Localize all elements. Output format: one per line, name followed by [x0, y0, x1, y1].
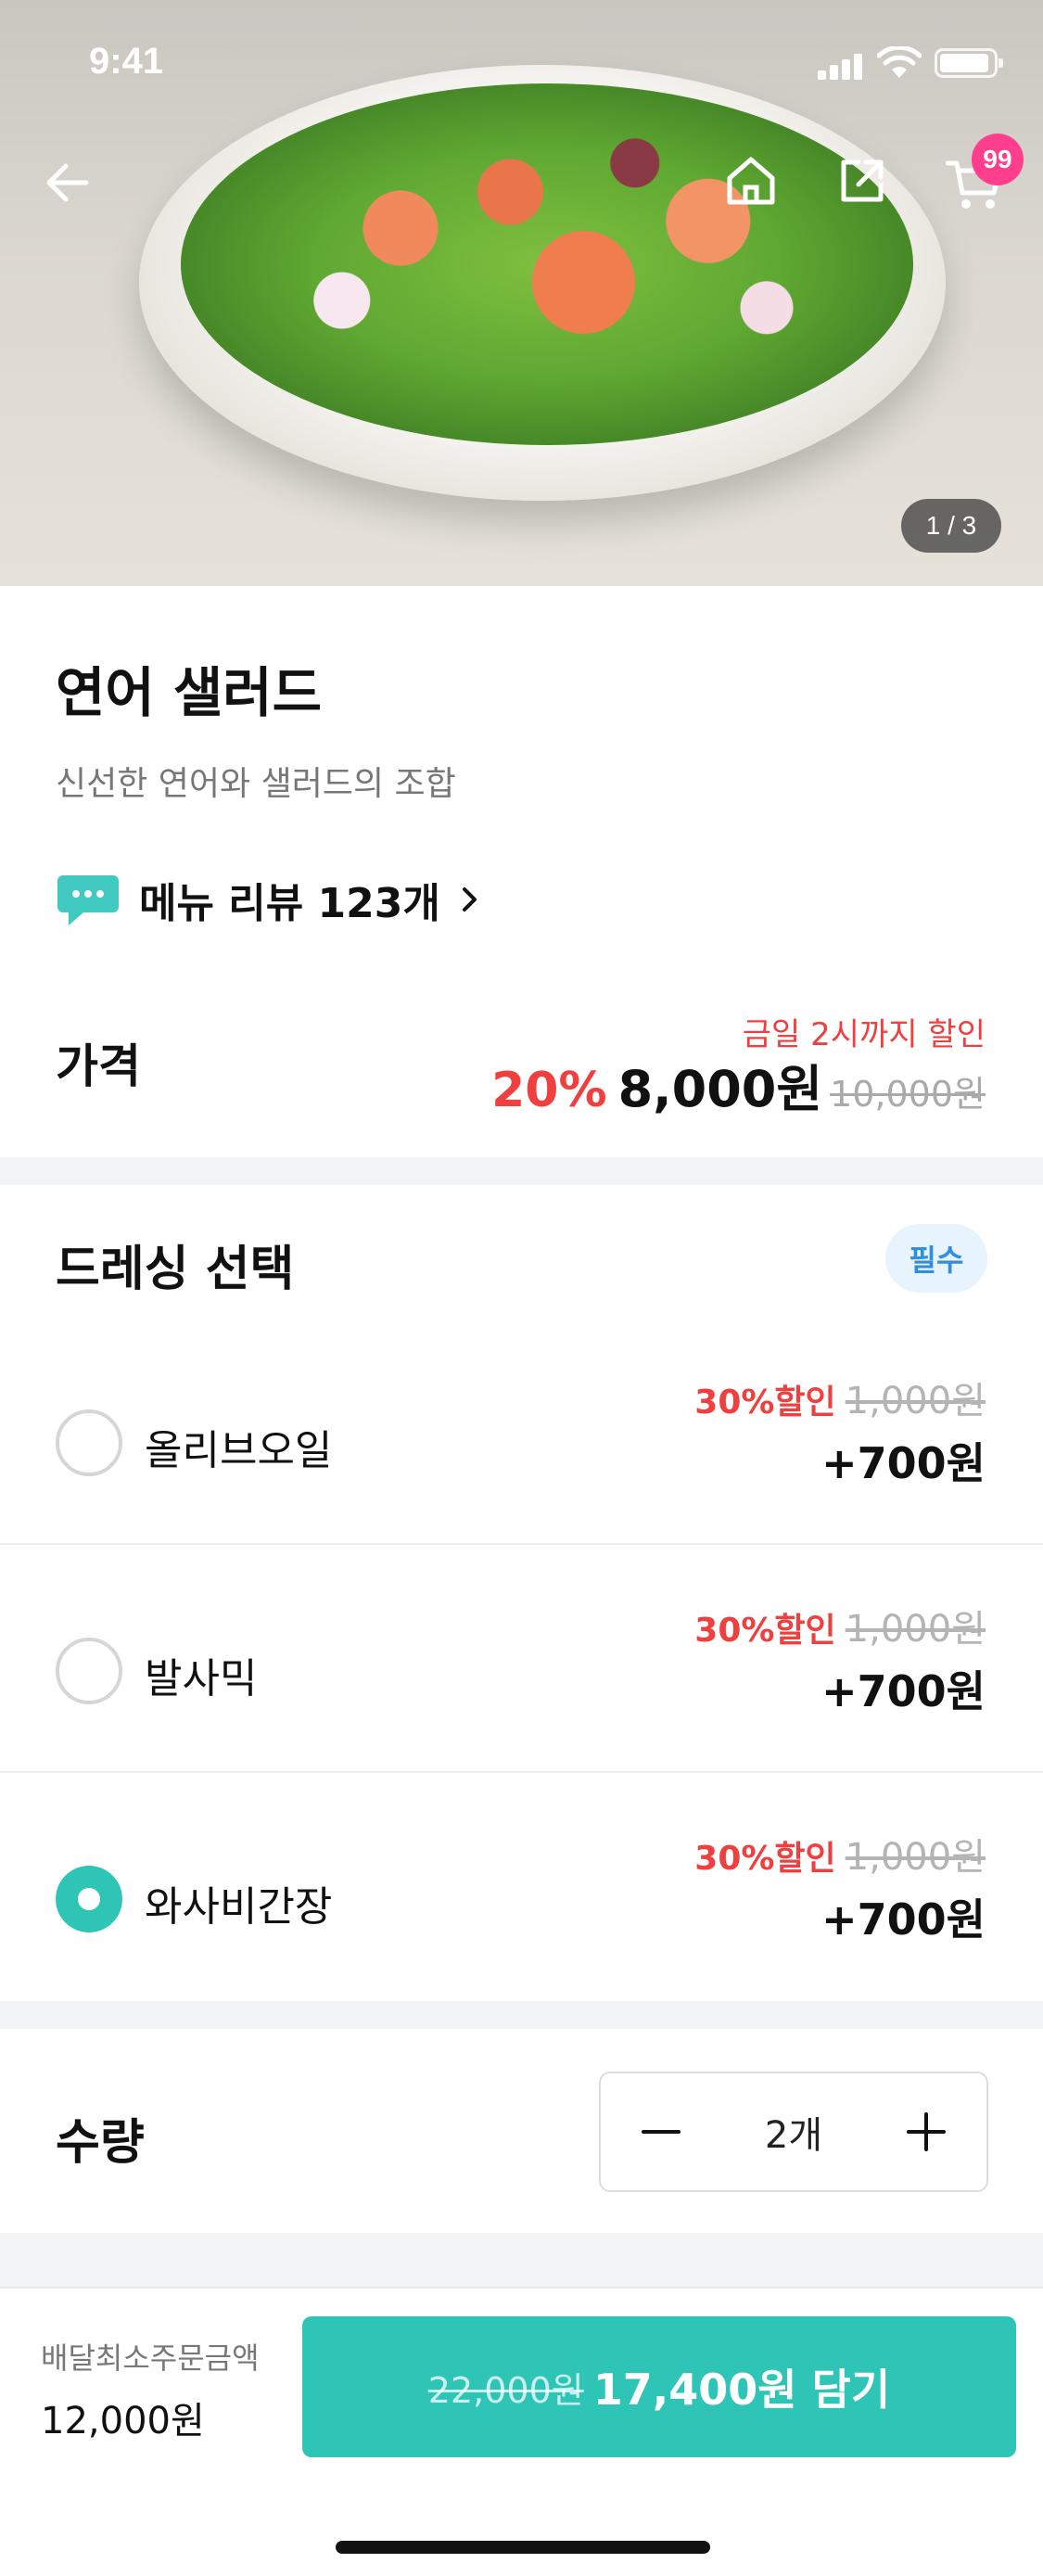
option-price: +700원: [821, 1666, 986, 1716]
cart-count-badge: 99: [972, 134, 1024, 185]
quantity-stepper: 2개: [599, 2072, 988, 2192]
option-name: 발사믹: [145, 1655, 258, 1702]
dressing-section-title: 드레싱 선택: [56, 1242, 295, 1297]
radio-button[interactable]: [56, 1409, 122, 1476]
status-time: 9:41: [89, 41, 164, 82]
dressing-option-wasabi-soy[interactable]: 와사비간장 30%할인 1,000원 +700원: [0, 1773, 1043, 2001]
radio-button[interactable]: [56, 1638, 122, 1704]
signal-icon: [818, 52, 864, 80]
chevron-right-icon: [462, 887, 477, 912]
min-order-label: 배달최소주문금액: [41, 2340, 260, 2376]
required-badge: 필수: [885, 1224, 987, 1293]
option-price: +700원: [821, 1894, 986, 1945]
option-discount-row: 30%할인 1,000원: [694, 1599, 986, 1652]
product-title: 연어 샐러드: [56, 661, 322, 724]
quantity-label: 수량: [56, 2115, 145, 2171]
dressing-option-olive-oil[interactable]: 올리브오일 30%할인 1,000원 +700원: [0, 1317, 1043, 1545]
dressing-option-balsamic[interactable]: 발사믹 30%할인 1,000원 +700원: [0, 1545, 1043, 1773]
section-divider: [0, 1157, 1043, 1185]
minus-icon: [642, 2130, 680, 2134]
section-divider: [0, 2233, 1043, 2287]
product-description: 신선한 연어와 샐러드의 조합: [56, 765, 456, 803]
radio-button-selected[interactable]: [56, 1866, 122, 1932]
plus-icon: [907, 2112, 946, 2151]
battery-icon: [935, 48, 1003, 78]
add-to-cart-button[interactable]: 22,000원 17,400원 담기: [302, 2316, 1016, 2457]
review-label: 메뉴 리뷰 123개: [139, 880, 440, 927]
price-label: 가격: [56, 1039, 141, 1093]
home-indicator: [336, 2541, 710, 2554]
back-button[interactable]: [35, 150, 100, 215]
option-original-price: 1,000원: [845, 1608, 986, 1651]
quantity-value: 2개: [764, 2114, 823, 2157]
bottom-order-bar: 배달최소주문금액 12,000원 22,000원 17,400원 담기: [0, 2287, 1043, 2576]
share-button[interactable]: [830, 148, 895, 213]
decrement-button[interactable]: [601, 2073, 721, 2190]
sale-price: 8,000원: [617, 1060, 823, 1118]
option-discount-row: 30%할인 1,000원: [694, 1827, 986, 1881]
option-discount: 30%할인: [694, 1612, 836, 1650]
salad-image: [181, 83, 913, 445]
option-name: 올리브오일: [145, 1427, 333, 1474]
option-name: 와사비간장: [145, 1883, 333, 1931]
home-icon: [727, 157, 775, 205]
arrow-left-icon: [46, 163, 89, 202]
chat-bubble-icon: [57, 875, 119, 925]
min-order-value: 12,000원: [41, 2400, 205, 2442]
option-price: +700원: [821, 1438, 986, 1488]
original-price: 10,000원: [830, 1074, 986, 1115]
cta-label: 17,400원 담기: [592, 2365, 891, 2415]
status-bar: 9:41: [0, 0, 1043, 121]
menu-review-link[interactable]: 메뉴 리뷰 123개: [56, 867, 483, 932]
share-icon: [841, 159, 884, 202]
increment-button[interactable]: [866, 2073, 986, 2190]
image-pager: 1 / 3: [901, 499, 1001, 553]
option-discount-row: 30%할인 1,000원: [694, 1371, 986, 1424]
option-discount: 30%할인: [694, 1384, 836, 1422]
section-divider: [0, 2001, 1043, 2029]
home-button[interactable]: [719, 148, 783, 213]
wifi-icon: [877, 46, 922, 78]
option-original-price: 1,000원: [845, 1380, 986, 1422]
option-original-price: 1,000원: [845, 1836, 986, 1879]
discount-rate: 20%: [491, 1063, 607, 1118]
price-row: 20% 8,000원 10,000원: [491, 1048, 986, 1121]
cta-original-price: 22,000원: [427, 2369, 584, 2411]
option-discount: 30%할인: [694, 1840, 836, 1878]
